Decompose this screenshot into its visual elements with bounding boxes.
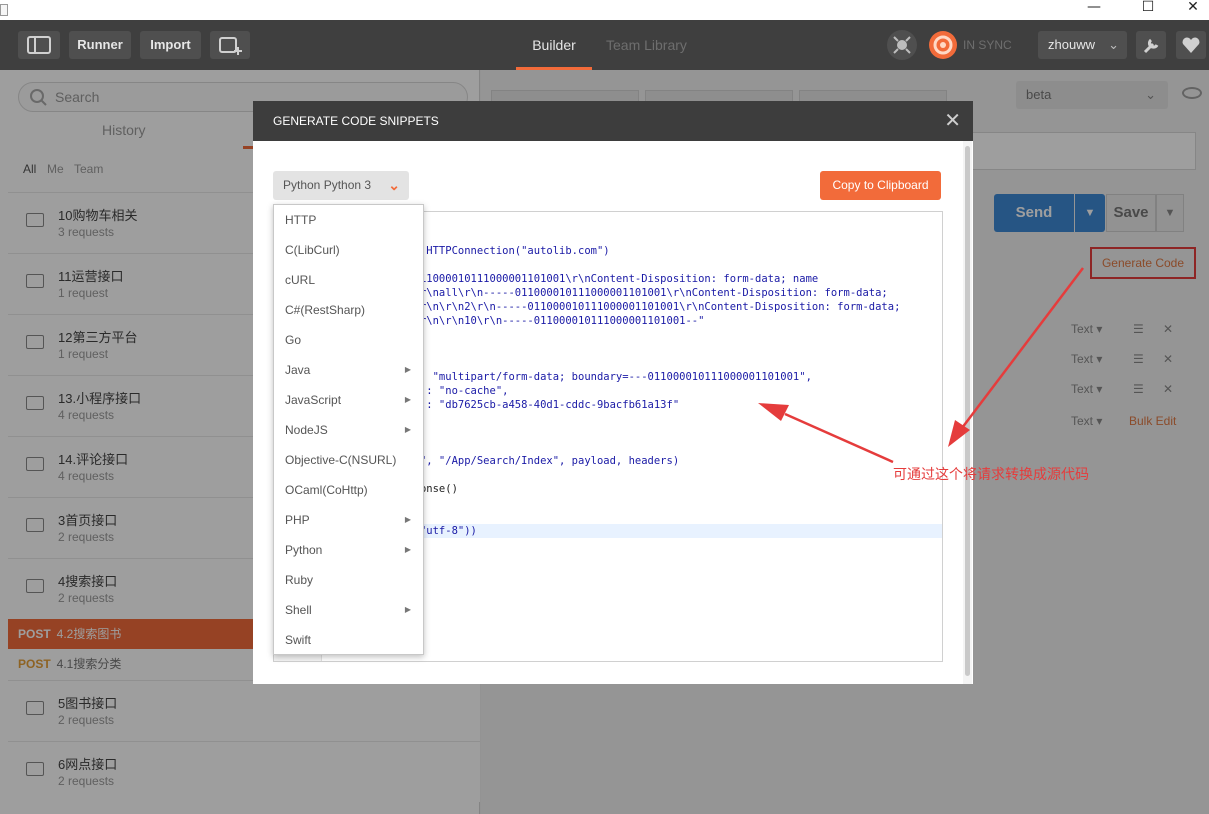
runner-button[interactable]: Runner — [69, 31, 131, 59]
tab-builder[interactable]: Builder — [516, 20, 592, 70]
new-tab-button[interactable] — [210, 31, 250, 59]
heart-button[interactable] — [1176, 31, 1206, 59]
language-option[interactable]: Shell ▶ — [274, 595, 423, 625]
interceptor-button[interactable] — [887, 30, 917, 60]
language-option[interactable]: cURL — [274, 265, 423, 295]
submenu-arrow-icon: ▶ — [404, 605, 411, 614]
language-option[interactable]: HTTP — [274, 205, 423, 235]
language-select[interactable]: Python Python 3 ⌄ — [273, 171, 409, 200]
app-icon — [0, 4, 8, 16]
copy-to-clipboard-button[interactable]: Copy to Clipboard — [820, 171, 941, 200]
tab-team-library[interactable]: Team Library — [606, 20, 702, 70]
close-window-icon[interactable]: ✕ — [1170, 0, 1209, 20]
chevron-down-icon: ⌄ — [1108, 37, 1119, 52]
modal-header: GENERATE CODE SNIPPETS ✕ — [253, 101, 973, 141]
language-option[interactable]: C(LibCurl) — [274, 235, 423, 265]
chevron-down-icon: ⌄ — [388, 177, 400, 193]
submenu-arrow-icon: ▶ — [404, 425, 411, 434]
sidebar-toggle-icon — [27, 36, 51, 54]
new-window-icon — [219, 37, 242, 55]
settings-button[interactable] — [1136, 31, 1166, 59]
language-option[interactable]: Swift — [274, 625, 423, 655]
modal-scrollbar-thumb[interactable] — [965, 146, 970, 676]
language-option[interactable]: C#(RestSharp) — [274, 295, 423, 325]
language-option[interactable]: Ruby — [274, 565, 423, 595]
close-icon[interactable]: ✕ — [944, 101, 961, 141]
submenu-arrow-icon: ▶ — [404, 515, 411, 524]
language-option[interactable]: OCaml(CoHttp) — [274, 475, 423, 505]
minimize-icon[interactable]: — — [1071, 0, 1117, 20]
top-toolbar: Runner Import Builder Team Library IN SY… — [0, 20, 1209, 70]
submenu-arrow-icon: ▶ — [404, 545, 411, 554]
sync-status: IN SYNC — [963, 38, 1012, 52]
language-option[interactable]: JavaScript ▶ — [274, 385, 423, 415]
language-selected: Python Python 3 — [283, 178, 372, 192]
user-name: zhouww — [1048, 37, 1095, 52]
maximize-icon[interactable]: ☐ — [1125, 0, 1171, 20]
heart-icon — [1182, 37, 1200, 53]
satellite-icon — [893, 36, 911, 54]
language-dropdown-menu: HTTP C(LibCurl) cURL C#(RestSharp) Go Ja… — [273, 204, 424, 655]
wrench-icon — [1143, 38, 1159, 54]
sync-icon[interactable] — [928, 30, 958, 60]
annotation-text: 可通过这个将请求转换成源代码 — [893, 466, 1089, 482]
language-option[interactable]: Go — [274, 325, 423, 355]
language-option[interactable]: Java ▶ — [274, 355, 423, 385]
submenu-arrow-icon: ▶ — [404, 365, 411, 374]
modal-title: GENERATE CODE SNIPPETS — [273, 114, 439, 128]
sidebar-toggle-button[interactable] — [18, 31, 60, 59]
language-option[interactable]: NodeJS ▶ — [274, 415, 423, 445]
language-option[interactable]: PHP ▶ — [274, 505, 423, 535]
window-titlebar: — ☐ ✕ — [0, 0, 1209, 20]
user-menu[interactable]: zhouww ⌄ — [1038, 31, 1127, 59]
submenu-arrow-icon: ▶ — [404, 395, 411, 404]
language-option[interactable]: Python ▶ — [274, 535, 423, 565]
import-button[interactable]: Import — [140, 31, 201, 59]
language-option[interactable]: Objective-C(NSURL) — [274, 445, 423, 475]
